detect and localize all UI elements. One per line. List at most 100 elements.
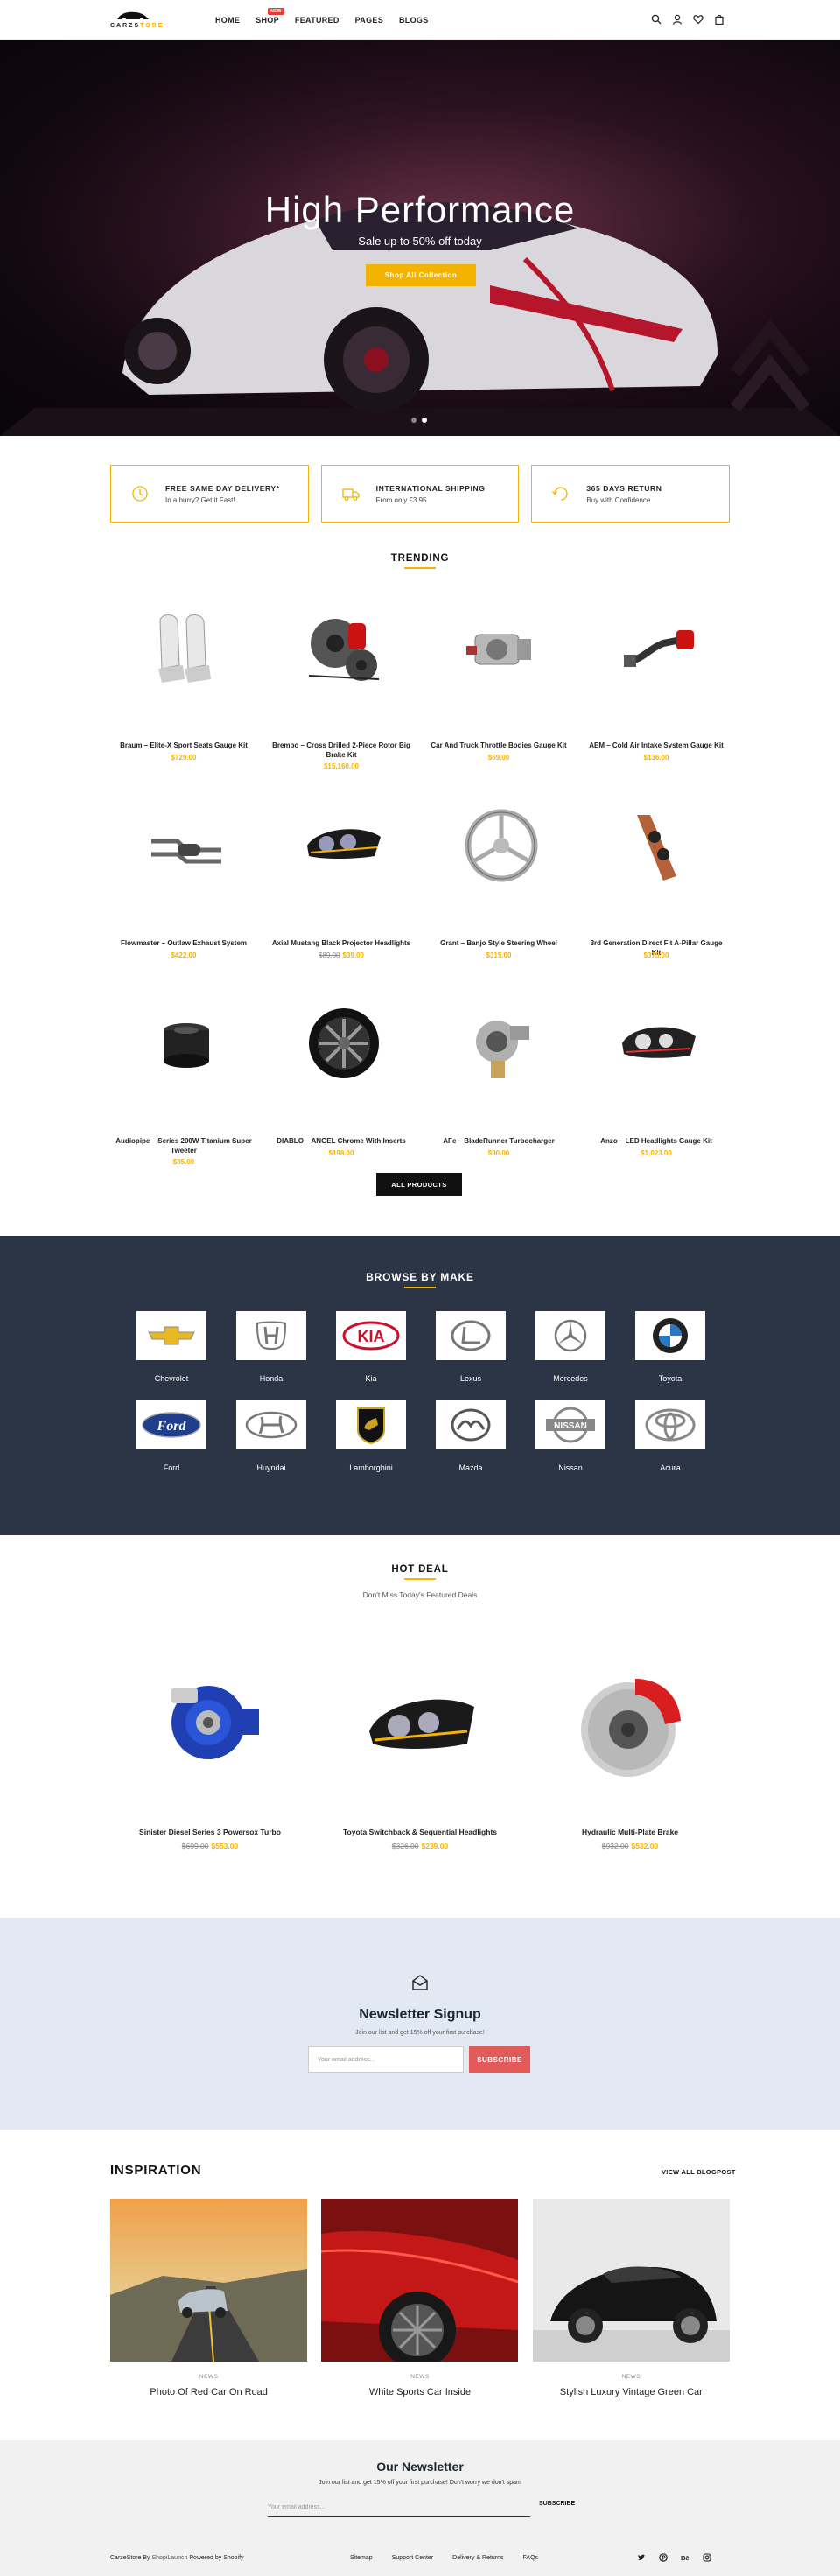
- product-card[interactable]: Brembo – Cross Drilled 2-Piece Rotor Big…: [268, 595, 415, 793]
- make-toyota[interactable]: Toyota: [635, 1311, 705, 1383]
- bag-icon[interactable]: [714, 14, 724, 25]
- turbo-icon: [476, 1021, 529, 1078]
- post-image: [532, 2199, 730, 2362]
- footer-link-faqs[interactable]: FAQs: [523, 2555, 539, 2561]
- product-card[interactable]: Car And Truck Throttle Bodies Gauge Kit …: [425, 595, 572, 793]
- make-kia[interactable]: KIA Kia: [336, 1311, 406, 1383]
- product-card[interactable]: Braum – Elite-X Sport Seats Gauge Kit $7…: [110, 595, 257, 793]
- main-nav: HOME SHOP NEW FEATURED PAGES BLOGS: [215, 8, 429, 25]
- old-price: $326.00: [391, 1842, 419, 1850]
- old-price: $699.00: [181, 1842, 209, 1850]
- post-tag: NEWS: [621, 2374, 641, 2380]
- instagram-icon[interactable]: [703, 2553, 711, 2562]
- heart-icon[interactable]: [693, 14, 704, 25]
- site-header: CARZSTORE HOME SHOP NEW FEATURED PAGES B…: [0, 0, 840, 40]
- powered-by: Powered by Shopify: [189, 2555, 244, 2561]
- headlight-icon: [369, 1699, 474, 1749]
- lexus-logo-icon: [451, 1320, 491, 1351]
- twitter-icon[interactable]: [637, 2553, 646, 2562]
- feature-title: 365 DAYS RETURN: [586, 483, 662, 493]
- newsletter-signup: Newsletter Signup Join our list and get …: [0, 1918, 840, 2130]
- footer-email-input[interactable]: [268, 2498, 530, 2517]
- post-title: White Sports Car Inside: [368, 2387, 472, 2397]
- make-mazda[interactable]: Mazda: [436, 1400, 506, 1472]
- make-honda[interactable]: Honda: [236, 1311, 306, 1383]
- blog-post-card[interactable]: NEWS Photo Of Red Car On Road: [110, 2199, 307, 2397]
- title-underline: [404, 1578, 436, 1580]
- product-card[interactable]: AFe – BladeRunner Turbocharger $90.00: [425, 991, 572, 1189]
- social-links: Bē: [637, 2553, 711, 2562]
- product-card[interactable]: Grant – Banjo Style Steering Wheel $315.…: [425, 793, 572, 991]
- make-nissan[interactable]: NISSAN Nissan: [536, 1400, 606, 1472]
- red-brake-icon: [581, 1679, 681, 1777]
- make-logo: [536, 1311, 606, 1360]
- make-logo: [436, 1400, 506, 1449]
- make-name: Kia: [365, 1374, 377, 1383]
- deal-card[interactable]: Hydraulic Multi-Plate Brake $932.00 $532.…: [530, 1637, 730, 1864]
- blog-post-card[interactable]: NEWS White Sports Car Inside: [321, 2199, 519, 2397]
- pinterest-icon[interactable]: [659, 2553, 668, 2562]
- nav-home[interactable]: HOME: [215, 16, 240, 25]
- product-name: Brembo – Cross Drilled 2-Piece Rotor Big…: [272, 741, 410, 759]
- car-logo-icon: [117, 11, 149, 21]
- shopilaunch-link[interactable]: ShopiLaunch: [151, 2555, 187, 2561]
- shop-all-collection-button[interactable]: Shop All Collection: [366, 264, 476, 286]
- blog-post-card[interactable]: NEWS Stylish Luxury Vintage Green Car: [532, 2199, 730, 2397]
- headlight-icon: [307, 829, 381, 859]
- nav-shop[interactable]: SHOP NEW: [256, 8, 284, 25]
- footer-subscribe-button[interactable]: SUBSCRIBE: [539, 2501, 575, 2507]
- product-card[interactable]: Flowmaster – Outlaw Exhaust System $422.…: [110, 793, 257, 991]
- product-card[interactable]: Axial Mustang Black Projector Headlights…: [268, 793, 415, 991]
- make-name: Lexus: [459, 1374, 482, 1383]
- make-name: Mercedes: [553, 1374, 588, 1383]
- make-huyndai[interactable]: Huyndai: [236, 1400, 306, 1472]
- deal-name: Toyota Switchback & Sequential Headlight…: [342, 1828, 497, 1836]
- behance-icon[interactable]: Bē: [681, 2553, 690, 2562]
- make-logo: [635, 1311, 705, 1360]
- make-mercedes[interactable]: Mercedes: [536, 1311, 606, 1383]
- feature-desc: In a hurry? Get it Fast!: [165, 495, 235, 504]
- old-price: $89.00: [318, 951, 340, 959]
- make-lamborghini[interactable]: Lamborghini: [336, 1400, 406, 1472]
- newsletter-email-input[interactable]: [308, 2046, 464, 2073]
- product-name: Audiopipe – Series 200W Titanium Super T…: [116, 1137, 252, 1155]
- product-card[interactable]: 3rd Generation Direct Fit A-Pillar Gauge…: [583, 793, 730, 991]
- footer-link-sitemap[interactable]: Sitemap: [350, 2555, 373, 2561]
- search-icon[interactable]: [651, 14, 662, 25]
- footer-link-delivery[interactable]: Delivery & Returns: [452, 2555, 503, 2561]
- trending-title: TRENDING: [390, 553, 450, 564]
- product-card[interactable]: AEM – Cold Air Intake System Gauge Kit $…: [583, 595, 730, 793]
- product-card[interactable]: DIABLO – ANGEL Chrome With Inserts $198.…: [268, 991, 415, 1189]
- post-title: Stylish Luxury Vintage Green Car: [559, 2387, 703, 2397]
- footer-link-support[interactable]: Support Center: [392, 2555, 433, 2561]
- nav-pages[interactable]: PAGES: [355, 16, 383, 25]
- make-chevrolet[interactable]: Chevrolet: [136, 1311, 206, 1383]
- toyota-logo-icon: [645, 1408, 696, 1442]
- make-ford[interactable]: Ford Ford: [136, 1400, 206, 1472]
- footer-links: Sitemap Support Center Delivery & Return…: [350, 2555, 538, 2561]
- nav-blogs[interactable]: BLOGS: [399, 16, 429, 25]
- view-all-blogpost-link[interactable]: VIEW ALL BLOGPOST: [662, 2168, 736, 2176]
- subscribe-button[interactable]: SUBSCRIBE: [469, 2046, 530, 2073]
- product-card[interactable]: Audiopipe – Series 200W Titanium Super T…: [110, 991, 257, 1189]
- deal-card[interactable]: Toyota Switchback & Sequential Headlight…: [320, 1637, 520, 1864]
- product-card[interactable]: Anzo – LED Headlights Gauge Kit $1,023.0…: [583, 991, 730, 1189]
- sale-price: $39.00: [342, 951, 364, 959]
- nav-shop-label: SHOP: [256, 16, 279, 25]
- user-icon[interactable]: [672, 14, 682, 25]
- product-price: $90.00: [487, 1149, 510, 1157]
- all-products-button[interactable]: ALL PRODUCTS: [376, 1173, 462, 1196]
- deal-card[interactable]: Sinister Diesel Series 3 Powersox Turbo …: [110, 1637, 310, 1864]
- air-intake-icon: [624, 630, 694, 667]
- make-logo: [236, 1311, 306, 1360]
- hero-subtitle: Sale up to 50% off today: [358, 235, 482, 248]
- site-logo[interactable]: CARZSTORE: [110, 10, 163, 31]
- make-acura[interactable]: Acura: [635, 1400, 705, 1472]
- slide-dot-1[interactable]: [411, 418, 416, 423]
- slide-dot-2[interactable]: [422, 418, 427, 423]
- product-price: $89.00 $39.00: [268, 951, 415, 959]
- make-name: Lamborghini: [349, 1463, 393, 1472]
- nav-featured[interactable]: FEATURED: [295, 16, 340, 25]
- make-lexus[interactable]: Lexus: [436, 1311, 506, 1383]
- footer-newsletter-subtitle: Join our list and get 15% off your first…: [318, 2480, 522, 2486]
